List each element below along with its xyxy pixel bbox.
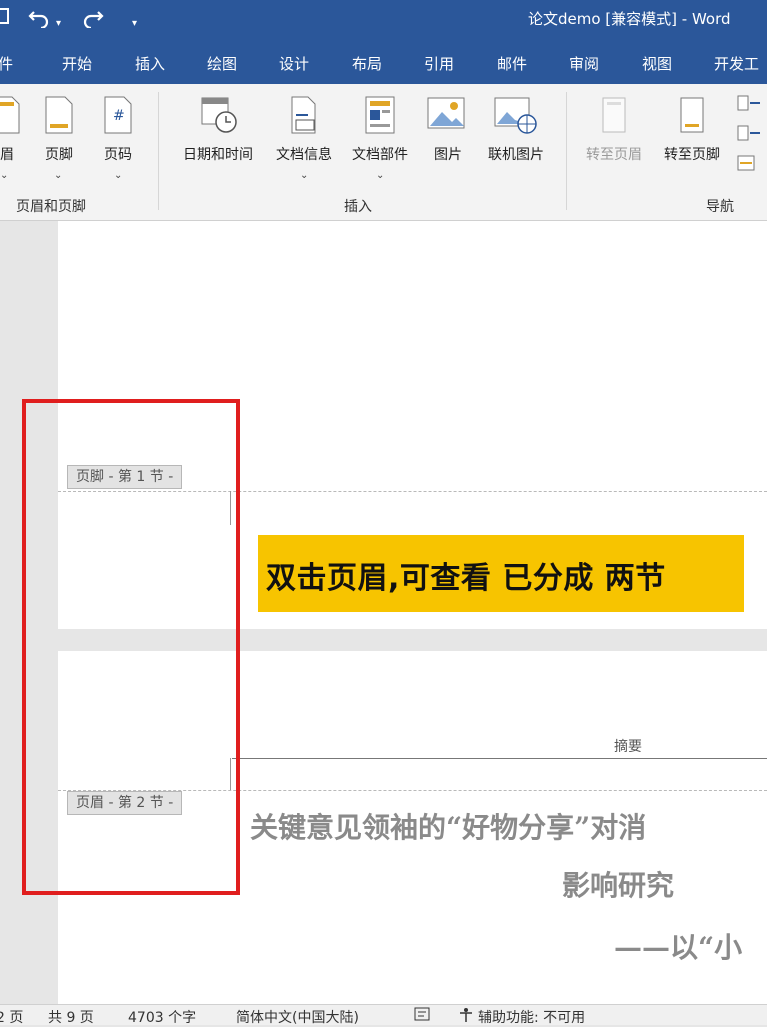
paper-title-line-2[interactable]: 影响研究 bbox=[562, 864, 674, 904]
go-to-footer-icon bbox=[656, 96, 728, 138]
window-title: 论文demo [兼容模式] - Word bbox=[528, 10, 731, 28]
chevron-down-icon: ⌄ bbox=[54, 170, 63, 181]
picture-icon bbox=[424, 96, 472, 138]
page-number-button[interactable]: # 页码 bbox=[97, 96, 139, 164]
undo-dropdown-icon[interactable]: ▾ bbox=[56, 12, 61, 36]
chevron-down-icon: ⌄ bbox=[300, 170, 309, 181]
previous-section-icon[interactable] bbox=[736, 94, 760, 118]
quick-parts-button[interactable]: 文档部件 bbox=[344, 96, 416, 164]
date-time-button[interactable]: 日期和时间 bbox=[172, 96, 264, 164]
online-pictures-icon bbox=[478, 96, 554, 138]
callout-banner: 双击页眉,可查看 已分成 两节 bbox=[258, 535, 744, 612]
status-page[interactable]: 2 页 bbox=[0, 1007, 23, 1027]
tab-home[interactable]: 开始 bbox=[62, 53, 92, 74]
header-icon bbox=[0, 96, 22, 138]
group-label-header-footer: 页眉和页脚 bbox=[16, 199, 86, 215]
link-to-previous-icon[interactable] bbox=[736, 154, 760, 178]
header-button[interactable]: 眉 bbox=[0, 96, 22, 164]
tab-view[interactable]: 视图 bbox=[642, 53, 672, 74]
status-total-pages: 共 9 页 bbox=[48, 1010, 94, 1026]
tab-design[interactable]: 设计 bbox=[279, 53, 309, 74]
go-to-header-button[interactable]: 转至页眉 bbox=[578, 96, 650, 164]
tab-references[interactable]: 引用 bbox=[424, 53, 454, 74]
undo-icon[interactable] bbox=[28, 6, 50, 33]
tab-draw[interactable]: 绘图 bbox=[207, 53, 237, 74]
ribbon: 眉 ⌄ 页脚 ⌄ # 页码 ⌄ 页眉和页脚 日期和时间 文档信息 ⌄ 文档部件 bbox=[0, 84, 767, 221]
online-pictures-button[interactable]: 联机图片 bbox=[478, 96, 554, 164]
status-language[interactable]: 简体中文(中国大陆) bbox=[236, 1007, 359, 1027]
customize-toolbar-icon[interactable]: ▾ bbox=[132, 12, 137, 36]
picture-button[interactable]: 图片 bbox=[424, 96, 472, 164]
header-underline bbox=[232, 758, 767, 759]
tab-layout[interactable]: 布局 bbox=[352, 53, 382, 74]
accessibility-icon[interactable] bbox=[458, 1007, 474, 1027]
next-section-icon[interactable] bbox=[736, 124, 760, 148]
paper-subtitle[interactable]: ——以“小 bbox=[614, 926, 742, 966]
status-accessibility[interactable]: 辅助功能: 不可用 bbox=[478, 1007, 585, 1027]
chevron-down-icon: ⌄ bbox=[376, 170, 385, 181]
calendar-clock-icon bbox=[172, 96, 264, 138]
redo-icon[interactable] bbox=[82, 6, 104, 33]
status-bar: 2 页 共 9 页 4703 个字 简体中文(中国大陆) 辅助功能: 不可用 bbox=[0, 1004, 767, 1027]
chevron-down-icon: ⌄ bbox=[114, 170, 123, 181]
go-to-footer-button[interactable]: 转至页脚 bbox=[656, 96, 728, 164]
ribbon-tabs: 件 开始 插入 绘图 设计 布局 引用 邮件 审阅 视图 开发工 bbox=[0, 40, 767, 84]
title-bar: ▾ ▾ 论文demo [兼容模式] - Word bbox=[0, 0, 767, 40]
group-label-navigation: 导航 bbox=[706, 199, 734, 215]
group-label-insert: 插入 bbox=[344, 199, 372, 215]
status-word-count[interactable]: 4703 个字 bbox=[128, 1007, 196, 1027]
svg-text:#: # bbox=[113, 108, 125, 124]
group-divider bbox=[566, 92, 567, 210]
go-to-header-icon bbox=[578, 96, 650, 138]
header-text[interactable]: 摘要 bbox=[614, 736, 642, 756]
footer-button[interactable]: 页脚 bbox=[38, 96, 80, 164]
group-divider bbox=[158, 92, 159, 210]
page-number-icon: # bbox=[97, 96, 139, 138]
tab-insert[interactable]: 插入 bbox=[135, 53, 165, 74]
highlight-box bbox=[22, 399, 240, 895]
tab-mailings[interactable]: 邮件 bbox=[497, 53, 527, 74]
quick-parts-icon bbox=[344, 96, 416, 138]
chevron-down-icon: ⌄ bbox=[0, 170, 9, 181]
footer-icon bbox=[38, 96, 80, 138]
tab-file[interactable]: 件 bbox=[0, 53, 13, 74]
proofing-icon[interactable] bbox=[414, 1007, 432, 1027]
document-info-button[interactable]: 文档信息 bbox=[266, 96, 342, 164]
tab-developer[interactable]: 开发工 bbox=[714, 53, 759, 74]
save-icon[interactable] bbox=[0, 6, 10, 30]
paper-title-line-1[interactable]: 关键意见领袖的“好物分享”对消 bbox=[250, 806, 646, 846]
tab-review[interactable]: 审阅 bbox=[569, 53, 599, 74]
document-info-icon bbox=[266, 96, 342, 138]
